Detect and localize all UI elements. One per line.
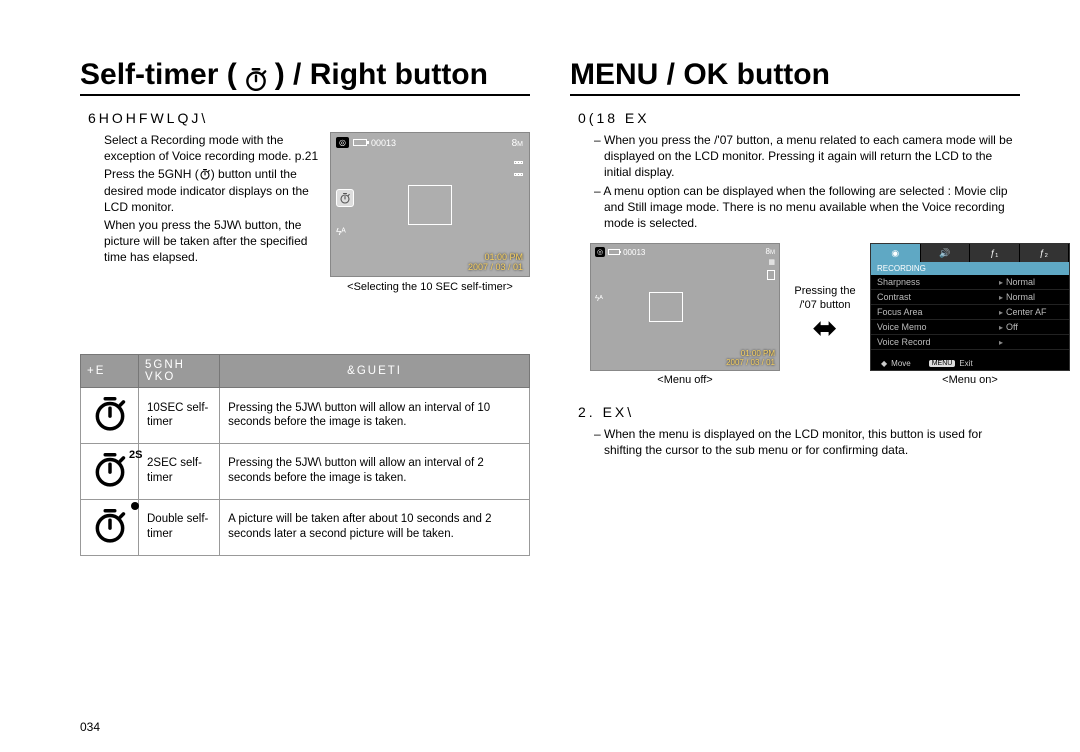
row2-desc: Pressing the 5JW\ button will allow an i… [220,443,530,499]
focus-frame [649,292,683,322]
menu-subhead: 0(18 EX [578,110,1020,126]
menu-bullet-1: – When you press the /'07 button, a menu… [594,132,1020,181]
battery-icon [608,249,620,255]
quality-icon [514,155,523,179]
press-label: Pressing the /'07 button [790,285,860,311]
resolution-badge: 8M [512,137,523,151]
menu-compare-row: ◎ 00013 8M ▦ ϟᴬ 01:00 PM [590,243,1020,386]
footer-exit: MENUExit [929,359,973,368]
lcd-preview-block: ◎ 00013 8M ϟᴬ 01:00 PM 2 [330,132,530,293]
lcd-menu-off-block: ◎ 00013 8M ▦ ϟᴬ 01:00 PM [590,243,780,386]
focus-frame [408,185,452,225]
mode-chip: ◎ [336,137,349,148]
menu-tab-sound: 🔊 [921,244,971,262]
lcd-menu-on-block: ◉ 🔊 ƒ₁ ƒ₂ RECORDING SharpnessNormal Cont… [870,243,1070,386]
th-desc: &GUETI [220,355,530,388]
page-number: 034 [80,720,100,734]
menu-tab-f1: ƒ₁ [970,244,1020,262]
lcd-menu-on: ◉ 🔊 ƒ₁ ƒ₂ RECORDING SharpnessNormal Cont… [870,243,1070,371]
self-timer-icon [243,66,269,92]
timer-mode-indicator [336,189,354,207]
th-mode: 5GNH VKO [139,355,220,388]
title-text-a: Self-timer ( [80,58,237,92]
right-title: MENU / OK button [570,58,1020,96]
menu-rows: SharpnessNormal ContrastNormal Focus Are… [871,275,1069,350]
lcd-preview: ◎ 00013 8M ϟᴬ 01:00 PM 2 [330,132,530,277]
menu-section-title: RECORDING [871,262,1069,275]
resolution-badge: 8M [766,247,775,258]
menu-tab-camera: ◉ [871,244,921,262]
lcd-caption: <Selecting the 10 SEC self-timer> [330,281,530,293]
row3-desc: A picture will be taken after about 10 s… [220,499,530,555]
quality-icon: ▦ [766,258,775,267]
menu-on-caption: <Menu on> [870,374,1070,386]
self-timer-table: +E 5GNH VKO &GUETI 10SEC self-timer Pres… [80,354,530,556]
shot-count: 00013 [371,138,396,148]
ok-subhead: 2. EX\ [578,404,1020,420]
row2-icon: 2S [81,443,139,499]
selecting-subhead: 6HOHFWLQJ\ [88,110,530,126]
double-arrow-icon: ⬌ [790,314,860,344]
footer-move: ◆Move [881,359,911,368]
flash-icon: ϟᴬ [336,227,354,238]
row1-mode: 10SEC self-timer [139,388,220,444]
battery-icon [353,139,367,146]
row1-desc: Pressing the 5JW\ button will allow an i… [220,388,530,444]
flash-icon: ϟᴬ [595,294,603,303]
row3-icon [81,499,139,555]
lcd-menu-off: ◎ 00013 8M ▦ ϟᴬ 01:00 PM [590,243,780,371]
lcd-datetime: 01:00 PM 2007 / 03 / 01 [468,253,523,272]
card-icon [767,270,775,280]
shot-count: 00013 [623,248,645,257]
left-title: Self-timer ( ) / Right button [80,58,530,96]
menu-off-caption: <Menu off> [590,374,780,386]
th-icon: +E [81,355,139,388]
menu-tab-f2: ƒ₂ [1020,244,1070,262]
press-arrow-block: Pressing the /'07 button ⬌ [790,285,860,343]
row2-mode: 2SEC self-timer [139,443,220,499]
lcd-datetime: 01:00 PM 2007 / 03 / 01 [726,350,775,367]
mode-chip: ◎ [595,247,605,257]
row3-mode: Double self-timer [139,499,220,555]
title-text-b: ) / Right button [275,58,488,92]
ok-bullet: – When the menu is displayed on the LCD … [594,426,1020,458]
row1-icon [81,388,139,444]
menu-bullet-2: – A menu option can be displayed when th… [594,183,1020,232]
